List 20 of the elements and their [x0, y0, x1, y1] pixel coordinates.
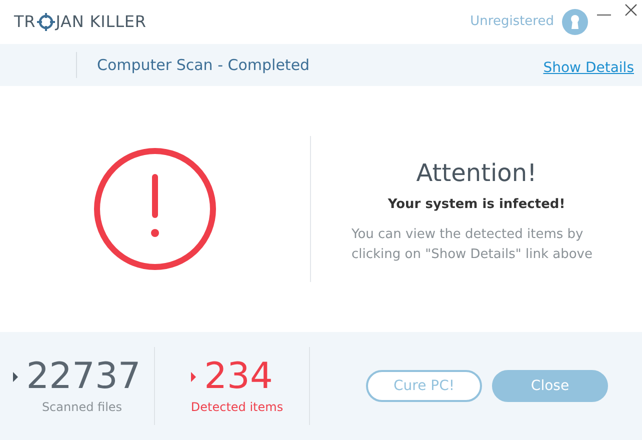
- alert-message: You can view the detected items by clicking on "Show Details" link above: [350, 226, 594, 264]
- warning-icon: [93, 147, 217, 271]
- close-button[interactable]: Close: [492, 370, 608, 402]
- alert-heading: Attention!: [416, 158, 537, 190]
- crosshair-icon: [36, 13, 55, 31]
- logo-text: TR: [14, 11, 36, 33]
- stat-value: 22737: [26, 356, 141, 398]
- cure-button[interactable]: Cure PC!: [366, 370, 482, 402]
- show-details-link[interactable]: Show Details: [543, 58, 634, 78]
- account-status: Unregistered: [470, 13, 554, 32]
- stat-value: 234: [204, 356, 273, 398]
- stat-label: Scanned files: [42, 399, 122, 416]
- logo-text: JAN KILLER: [56, 11, 146, 33]
- close-icon[interactable]: [625, 4, 637, 16]
- triangle-icon: [191, 372, 196, 382]
- scan-status: Computer Scan - Completed: [97, 54, 310, 76]
- alert-subheading: Your system is infected!: [388, 196, 566, 214]
- stat-label: Detected items: [190, 399, 284, 416]
- minimize-icon[interactable]: [597, 14, 611, 16]
- triangle-icon: [13, 372, 18, 382]
